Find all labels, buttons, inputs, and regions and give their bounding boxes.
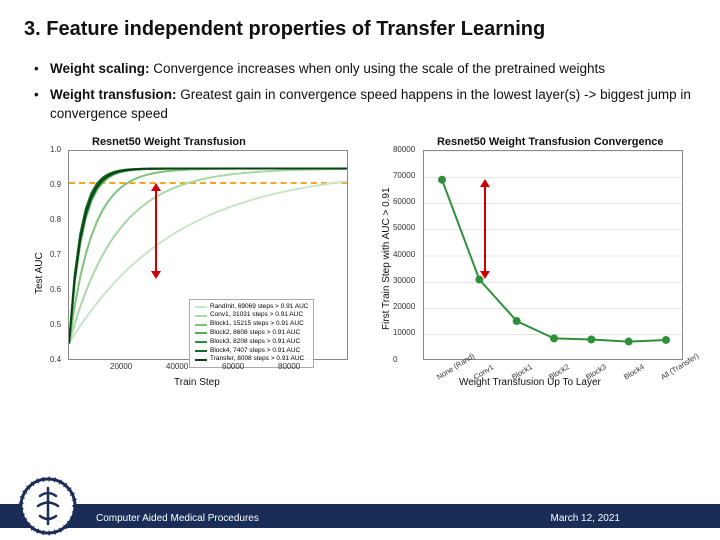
y-tick: 0	[393, 355, 397, 364]
bullet-item: • Weight transfusion: Greatest gain in c…	[34, 85, 696, 124]
x-tick: 40000	[166, 362, 188, 371]
bullet-label: Weight scaling:	[50, 61, 150, 76]
footer-text-left: Computer Aided Medical Procedures	[96, 513, 259, 524]
legend-item: Block1, 15215 steps > 0.91 AUC	[195, 320, 308, 329]
x-tick: 80000	[278, 362, 300, 371]
y-tick: 0.5	[50, 320, 61, 329]
y-axis-label: First Train Step with AUC > 0.91	[381, 187, 392, 330]
y-tick: 50000	[393, 223, 415, 232]
y-tick: 0.4	[50, 355, 61, 364]
y-tick: 0.6	[50, 285, 61, 294]
annotation-arrow-icon	[478, 179, 492, 279]
y-tick: 10000	[393, 328, 415, 337]
legend-item: Block3, 8208 steps > 0.91 AUC	[195, 338, 308, 347]
y-tick: 20000	[393, 302, 415, 311]
legend: RandInit, 69069 steps > 0.91 AUCConv1, 3…	[189, 299, 314, 368]
camp-logo-icon	[18, 476, 78, 536]
bullet-list: • Weight scaling: Convergence increases …	[34, 59, 696, 124]
annotation-arrow-icon	[149, 183, 163, 279]
y-tick: 1.0	[50, 145, 61, 154]
footer-text-right: March 12, 2021	[551, 513, 621, 524]
y-tick: 70000	[393, 171, 415, 180]
bullet-body: Convergence increases when only using th…	[150, 61, 606, 76]
chart-title: Resnet50 Weight Transfusion Convergence	[437, 136, 664, 148]
y-tick: 0.8	[50, 215, 61, 224]
footer: Computer Aided Medical Procedures March …	[0, 490, 720, 540]
legend-item: Block4, 7407 steps > 0.91 AUC	[195, 347, 308, 356]
legend-item: RandInit, 69069 steps > 0.91 AUC	[195, 303, 308, 312]
y-tick: 0.9	[50, 180, 61, 189]
x-tick: Block4	[622, 362, 646, 382]
chart-convergence-steps: Resnet50 Weight Transfusion Convergence …	[369, 134, 696, 404]
legend-item: Block2, 8608 steps > 0.91 AUC	[195, 329, 308, 338]
y-tick: 30000	[393, 276, 415, 285]
bullet-label: Weight transfusion:	[50, 87, 177, 102]
x-axis-label: Train Step	[174, 377, 220, 388]
legend-item: Conv1, 31031 steps > 0.91 AUC	[195, 311, 308, 320]
chart-transfusion-auc: Resnet50 Weight Transfusion Test AUC Tra…	[24, 134, 361, 404]
y-tick: 0.7	[50, 250, 61, 259]
y-axis-label: Test AUC	[34, 252, 45, 294]
bullet-item: • Weight scaling: Convergence increases …	[34, 59, 696, 79]
x-tick: 60000	[222, 362, 244, 371]
x-tick: 20000	[110, 362, 132, 371]
y-tick: 80000	[393, 145, 415, 154]
slide-title: 3. Feature independent properties of Tra…	[24, 18, 696, 41]
chart-title: Resnet50 Weight Transfusion	[92, 136, 246, 148]
y-tick: 60000	[393, 197, 415, 206]
y-tick: 40000	[393, 250, 415, 259]
